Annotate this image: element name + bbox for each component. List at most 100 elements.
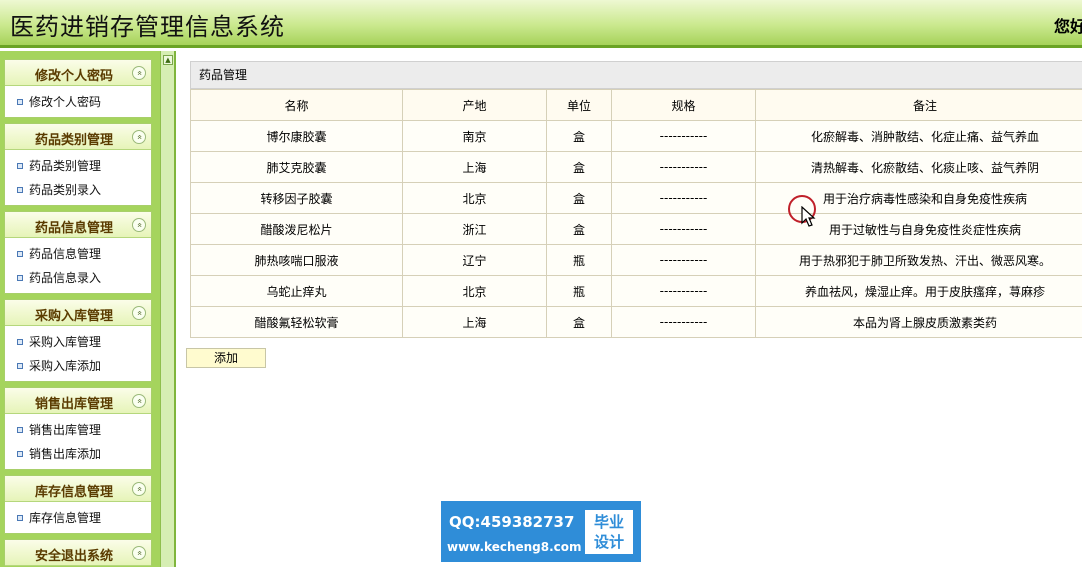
table-row[interactable]: 醋酸氟轻松软膏 上海盒 ----------- 本品为肾上腺皮质激素类药 — [190, 306, 1082, 338]
collapse-icon[interactable]: « — [132, 546, 146, 560]
sidebar-item-label: 销售出库添加 — [29, 447, 102, 461]
sidebar-item[interactable]: 销售出库添加 — [5, 442, 151, 466]
sidebar-item[interactable]: 药品类别录入 — [5, 178, 151, 202]
table-row[interactable]: 醋酸泼尼松片 浙江盒 ----------- 用于过敏性与自身免疫性炎症性疾病 — [190, 213, 1082, 245]
table-cell: ----------- — [611, 244, 756, 276]
table-cell: ----------- — [611, 213, 756, 245]
table-cell: 瓶 — [546, 244, 612, 276]
table-cell: 瓶 — [546, 275, 612, 307]
watermark-badge-line2: 设计 — [593, 533, 624, 551]
sidebar-item[interactable]: 销售出库管理 — [5, 418, 151, 442]
column-header: 规格 — [611, 89, 756, 121]
table-cell: 清热解毒、化瘀散结、化痰止咳、益气养阴 — [755, 151, 1082, 183]
sidebar-item[interactable]: 修改个人密码 — [5, 90, 151, 114]
table-cell: ----------- — [611, 306, 756, 338]
sidebar-item-label: 采购入库添加 — [29, 359, 102, 373]
sidebar-item-label: 药品信息录入 — [29, 271, 102, 285]
sidebar-item-label: 药品类别管理 — [29, 159, 102, 173]
watermark-url: www.kecheng8.com — [447, 540, 582, 554]
menu-group-title: 药品类别管理 — [34, 133, 113, 148]
collapse-icon[interactable]: « — [132, 306, 146, 320]
bullet-icon — [17, 99, 23, 105]
menu-group-title: 销售出库管理 — [34, 397, 113, 412]
column-header: 名称 — [190, 89, 403, 121]
main-content: 药品管理 名称 产地 单位 规格 备注 博尔康胶囊 南京盒 ----------- 化瘀解毒、… — [178, 51, 1082, 567]
user-greeting: 您好 — [1054, 17, 1082, 36]
column-header: 备注 — [755, 89, 1082, 121]
sidebar-item[interactable]: 药品信息管理 — [5, 242, 151, 266]
sidebar-item[interactable]: 采购入库添加 — [5, 354, 151, 378]
bullet-icon — [17, 339, 23, 345]
collapse-arrow-icon[interactable]: ▲ — [163, 55, 173, 65]
table-cell: 化瘀解毒、消肿散结、化症止痛、益气养血 — [755, 120, 1082, 152]
sidebar-item-label: 采购入库管理 — [29, 335, 102, 349]
bullet-icon — [17, 163, 23, 169]
table-row[interactable]: 乌蛇止痒丸 北京瓶 ----------- 养血祛风，燥湿止痒。用于皮肤瘙痒，荨麻疹 — [190, 275, 1082, 307]
add-button[interactable]: 添加 — [186, 348, 266, 368]
table-header-row: 名称 产地 单位 规格 备注 — [190, 89, 1082, 121]
table-cell: ----------- — [611, 182, 756, 214]
table-body: 博尔康胶囊 南京盒 ----------- 化瘀解毒、消肿散结、化症止痛、益气养血 肺艾… — [190, 120, 1082, 338]
sidebar-splitter[interactable]: ▲ — [160, 51, 176, 567]
table-cell: 上海 — [402, 151, 547, 183]
bullet-icon — [17, 251, 23, 257]
table-cell: 盒 — [546, 120, 612, 152]
menu-group: 采购入库管理 « 采购入库管理 采购入库添加 — [4, 299, 152, 382]
table-row[interactable]: 博尔康胶囊 南京盒 ----------- 化瘀解毒、消肿散结、化症止痛、益气养血 — [190, 120, 1082, 152]
table-cell: 转移因子胶囊 — [190, 182, 403, 214]
sidebar-item[interactable]: 采购入库管理 — [5, 330, 151, 354]
table-cell: 盒 — [546, 151, 612, 183]
table-cell: ----------- — [611, 275, 756, 307]
sidebar-item[interactable]: 药品信息录入 — [5, 266, 151, 290]
mouse-pointer-icon — [801, 206, 816, 227]
menu-group: 销售出库管理 « 销售出库管理销售出库添加 — [4, 387, 152, 470]
menu-group-header[interactable]: 药品类别管理 « — [5, 124, 151, 150]
app-title: 医药进销存管理信息系统 — [10, 13, 285, 41]
table-cell: 浙江 — [402, 213, 547, 245]
table-cell: 辽宁 — [402, 244, 547, 276]
table-cell: 北京 — [402, 275, 547, 307]
watermark: QQ:459382737 www.kecheng8.com 毕业 设计 — [441, 501, 641, 562]
menu-group-header[interactable]: 采购入库管理 « — [5, 300, 151, 326]
bullet-icon — [17, 427, 23, 433]
sidebar-item[interactable]: 药品类别管理 — [5, 154, 151, 178]
menu-group-title: 药品信息管理 — [34, 221, 113, 236]
menu-group: 安全退出系统 « — [4, 539, 152, 566]
table-cell: 醋酸氟轻松软膏 — [190, 306, 403, 338]
table-cell: 乌蛇止痒丸 — [190, 275, 403, 307]
column-header: 单位 — [546, 89, 612, 121]
table-cell: 肺热咳喘口服液 — [190, 244, 403, 276]
column-header: 产地 — [402, 89, 547, 121]
sidebar-item-label: 药品信息管理 — [29, 247, 102, 261]
sidebar-item-label: 药品类别录入 — [29, 183, 102, 197]
menu-group-header[interactable]: 库存信息管理 « — [5, 476, 151, 502]
table-row[interactable]: 肺艾克胶囊 上海盒 ----------- 清热解毒、化瘀散结、化痰止咳、益气养阴 — [190, 151, 1082, 183]
menu-group-title: 采购入库管理 — [34, 309, 113, 324]
table-cell: ----------- — [611, 120, 756, 152]
menu-group-header[interactable]: 安全退出系统 « — [5, 540, 151, 566]
table-row[interactable]: 肺热咳喘口服液 辽宁瓶 ----------- 用于热邪犯于肺卫所致发热、汗出、微恶风… — [190, 244, 1082, 276]
menu-group-title: 安全退出系统 — [34, 549, 113, 564]
panel-title: 药品管理 — [190, 61, 1082, 89]
menu-group-header[interactable]: 修改个人密码 « — [5, 60, 151, 86]
sidebar-item[interactable]: 库存信息管理 — [5, 506, 151, 530]
table-row[interactable]: 转移因子胶囊 北京盒 ----------- 用于治疗病毒性感染和自身免疫性疾病 — [190, 182, 1082, 214]
collapse-icon[interactable]: « — [132, 130, 146, 144]
collapse-icon[interactable]: « — [132, 218, 146, 232]
table-cell: 北京 — [402, 182, 547, 214]
table-cell: 醋酸泼尼松片 — [190, 213, 403, 245]
menu-group-header[interactable]: 药品信息管理 « — [5, 212, 151, 238]
collapse-icon[interactable]: « — [132, 482, 146, 496]
bullet-icon — [17, 451, 23, 457]
table-cell: 肺艾克胶囊 — [190, 151, 403, 183]
menu-group: 药品信息管理 « 药品信息管理 药品信息录入 — [4, 211, 152, 294]
menu-group-header[interactable]: 销售出库管理 « — [5, 388, 151, 414]
sidebar-item-label: 修改个人密码 — [29, 95, 102, 109]
bullet-icon — [17, 187, 23, 193]
table-cell: 上海 — [402, 306, 547, 338]
table-cell: 盒 — [546, 182, 612, 214]
sidebar: 修改个人密码 «修改个人密码 药品类别管理 «药品类别管理 药品类别录入 药品信息管理 «药… — [0, 51, 160, 567]
collapse-icon[interactable]: « — [132, 394, 146, 408]
header-bar: 医药进销存管理信息系统 您好 — [0, 0, 1082, 48]
collapse-icon[interactable]: « — [132, 66, 146, 80]
